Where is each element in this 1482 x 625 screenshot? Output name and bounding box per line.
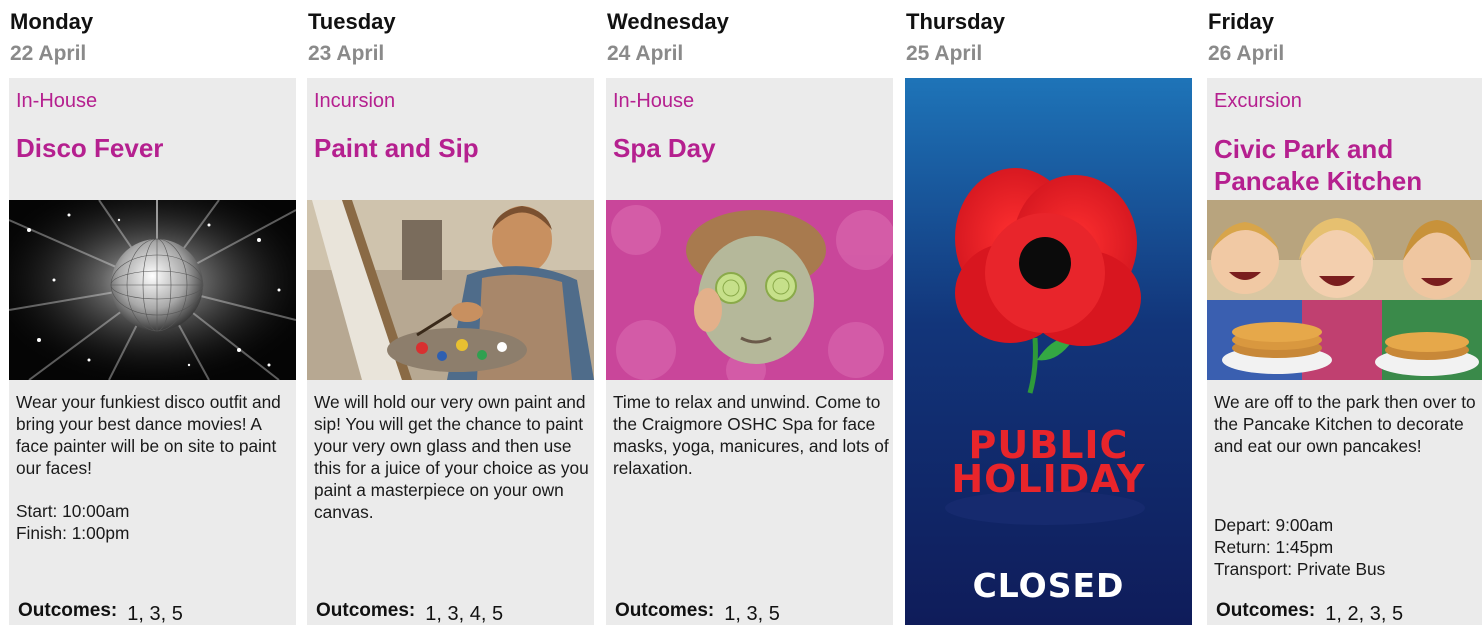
start-time: Start: 10:00am: [16, 501, 130, 521]
outcomes-label: Outcomes:: [1216, 600, 1316, 621]
day-column-thursday: Thursday 25 April PUBLIC HOLIDAY CLOSED: [905, 0, 1192, 625]
activity-details: Start: 10:00am Finish: 1:00pm: [16, 500, 292, 544]
day-date: 23 April: [308, 42, 385, 65]
outcomes: Outcomes: 1, 2, 3, 5: [1216, 599, 1404, 625]
activity-card[interactable]: In-House Spa Day Time to relax and unwin…: [606, 78, 893, 625]
activity-category: Excursion: [1214, 90, 1302, 112]
spa-face-mask-image: [606, 200, 893, 380]
finish-time: Finish: 1:00pm: [16, 523, 130, 543]
outcomes-value: 1, 3, 5: [127, 603, 183, 625]
outcomes-label: Outcomes:: [615, 600, 715, 621]
activity-category: In-House: [613, 90, 695, 112]
outcomes-label: Outcomes:: [18, 600, 118, 621]
outcomes: Outcomes: 1, 3, 5: [18, 599, 183, 625]
depart-time: Depart: 9:00am: [1214, 515, 1334, 535]
day-date: 22 April: [10, 42, 87, 65]
activity-category: In-House: [16, 90, 98, 112]
activity-title: Civic Park and Pancake Kitchen: [1214, 134, 1423, 196]
day-column-monday: Monday 22 April In-House Disco Fever Wea…: [9, 0, 296, 625]
activity-title: Paint and Sip: [314, 133, 479, 163]
child-painting-image: [307, 200, 594, 380]
day-name: Thursday: [906, 9, 1006, 34]
public-holiday-panel: PUBLIC HOLIDAY CLOSED: [905, 78, 1192, 625]
activity-description: Time to relax and unwind. Come to the Cr…: [613, 392, 889, 478]
activity-category: Incursion: [314, 90, 396, 112]
outcomes: Outcomes: 1, 3, 5: [615, 599, 780, 625]
activity-details: Depart: 9:00am Return: 1:45pm Transport:…: [1214, 514, 1482, 580]
activity-card[interactable]: Excursion Civic Park and Pancake Kitchen: [1207, 78, 1482, 625]
outcomes-value: 1, 3, 4, 5: [425, 603, 504, 625]
outcomes-value: 1, 3, 5: [724, 603, 780, 625]
day-name: Monday: [10, 9, 94, 34]
children-pancakes-image: [1207, 200, 1482, 380]
day-name: Tuesday: [308, 9, 396, 34]
day-date: 24 April: [607, 42, 684, 65]
activity-description: Wear your funkiest disco outfit and brin…: [16, 392, 281, 478]
holiday-heading-line-2: HOLIDAY: [951, 457, 1146, 501]
return-time: Return: 1:45pm: [1214, 537, 1334, 557]
day-column-wednesday: Wednesday 24 April In-House Spa Day Time…: [606, 0, 893, 625]
outcomes-value: 1, 2, 3, 5: [1325, 603, 1404, 625]
activity-title: Spa Day: [613, 133, 716, 163]
activity-title: Disco Fever: [16, 133, 164, 163]
disco-ball-image: [9, 200, 296, 380]
activity-description: We will hold our very own paint and sip!…: [314, 392, 589, 522]
activity-card[interactable]: Incursion Paint and Sip We will hold our…: [307, 78, 594, 625]
closed-label: CLOSED: [972, 566, 1125, 605]
day-column-tuesday: Tuesday 23 April Incursion Paint and Sip: [307, 0, 594, 625]
activity-card[interactable]: In-House Disco Fever Wear your funkiest …: [9, 78, 296, 625]
outcomes: Outcomes: 1, 3, 4, 5: [316, 599, 504, 625]
day-name: Wednesday: [607, 9, 729, 34]
poppy-flower-icon: [905, 78, 1192, 625]
day-column-friday: Friday 26 April Excursion Civic Park and…: [1207, 0, 1482, 625]
day-name: Friday: [1208, 9, 1275, 34]
activity-description: We are off to the park then over to the …: [1214, 392, 1476, 456]
day-date: 26 April: [1208, 42, 1285, 65]
transport-info: Transport: Private Bus: [1214, 559, 1386, 579]
outcomes-label: Outcomes:: [316, 600, 416, 621]
day-date: 25 April: [906, 42, 983, 65]
